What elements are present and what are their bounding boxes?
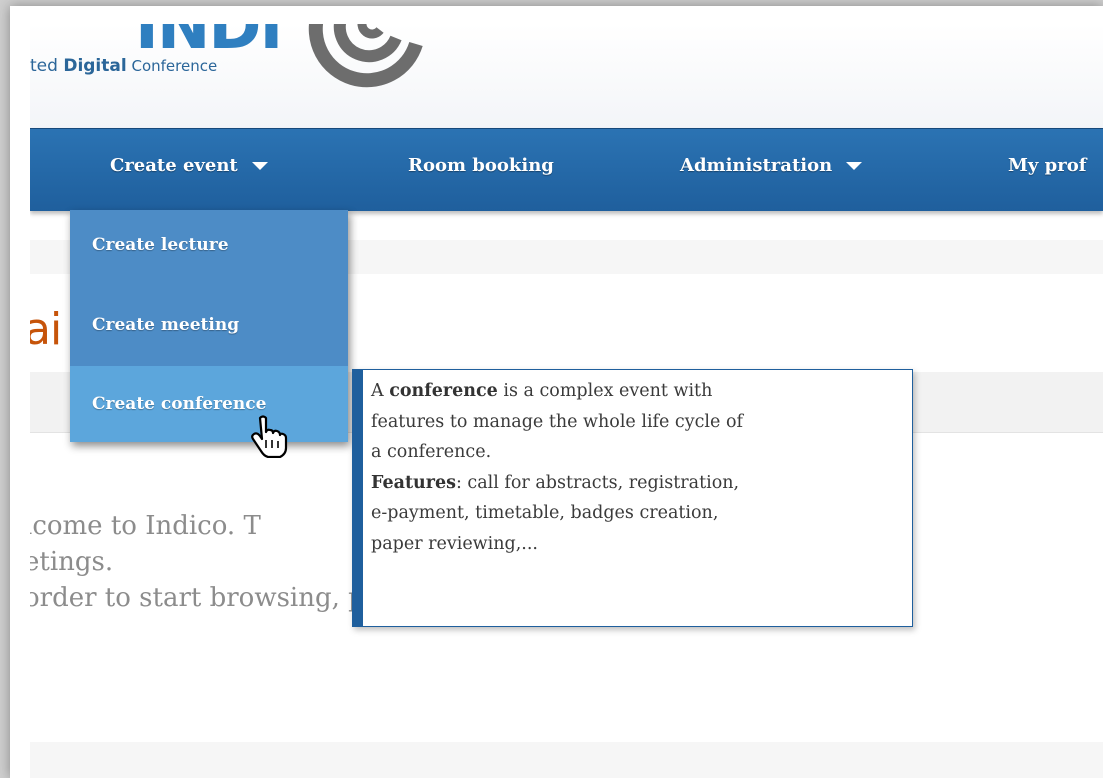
create-event-dropdown: Create lecture Create meeting Create con…: [70, 210, 348, 442]
menu-item-create-meeting[interactable]: Create meeting: [70, 290, 348, 360]
tooltip-bold: conference: [389, 381, 498, 401]
nav-item-administration[interactable]: Administration: [680, 155, 863, 185]
tooltip-text: : call for abstracts, registration,: [455, 472, 740, 493]
nav-item-label: Administration: [680, 155, 833, 176]
nav-item-label: Room booking: [408, 155, 554, 176]
logo-tagline-bold: Digital: [63, 56, 127, 76]
caret-down-icon: [846, 162, 863, 170]
page-header: INDI ted Digital Conference: [30, 24, 1103, 128]
menu-item-create-lecture[interactable]: Create lecture: [70, 210, 348, 280]
logo-tagline-prefix: ted: [30, 56, 64, 76]
bottom-band: [30, 742, 1103, 778]
logo-tagline-suffix: Conference: [126, 57, 218, 75]
nav-item-label: My prof: [1008, 155, 1087, 176]
nav-item-my-profile[interactable]: My prof: [1008, 155, 1086, 185]
nav-item-room-booking[interactable]: Room booking: [408, 155, 554, 185]
tooltip-line: Features: call for abstracts, registrati…: [371, 468, 904, 499]
nav-item-create-event[interactable]: Create event: [110, 155, 268, 185]
menu-item-create-conference[interactable]: Create conference: [70, 366, 348, 442]
tooltip-line: A conference is a complex event with: [371, 376, 904, 407]
tooltip-text: is a complex event with: [497, 381, 713, 401]
browser-viewport: INDI ted Digital Conference Create event…: [30, 24, 1103, 778]
tooltip-text: A: [371, 381, 390, 401]
tooltip-line: features to manage the whole life cycle …: [371, 411, 743, 432]
tooltip-line: paper reviewing,...: [371, 533, 538, 554]
caret-down-icon: [251, 162, 268, 170]
tooltip-line: e-payment, timetable, badges creation,: [371, 503, 719, 523]
screenshot-frame: INDI ted Digital Conference Create event…: [10, 6, 1103, 778]
conference-tooltip: A conference is a complex event with fea…: [352, 369, 913, 627]
hand-pointer-icon: [251, 415, 288, 458]
main-navigation: Create event Room booking Administration…: [30, 128, 1103, 211]
logo-rings-icon: [308, 24, 423, 88]
tooltip-line: a conference.: [371, 442, 492, 462]
logo-tagline: ted Digital Conference: [30, 56, 217, 76]
tooltip-bold: Features: [371, 472, 456, 493]
nav-item-label: Create event: [110, 155, 238, 176]
